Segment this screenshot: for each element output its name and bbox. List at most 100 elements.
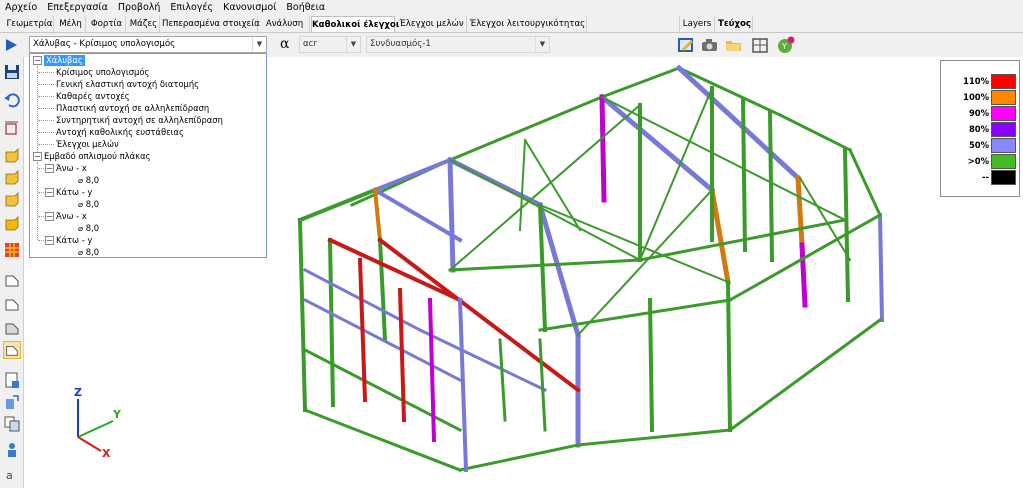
frame-member [327, 237, 336, 408]
frame-member [538, 203, 730, 284]
grid-icon[interactable] [3, 241, 21, 259]
menu-codes[interactable]: Κανονισμοί [218, 0, 281, 15]
document-icon[interactable] [3, 371, 21, 389]
legend-row: 80% [941, 121, 1021, 137]
frame-member [709, 187, 731, 285]
copy-icon[interactable] [3, 415, 21, 433]
collapse-icon[interactable]: − [45, 236, 54, 245]
check-type-select[interactable]: Χάλυβας - Κρίσιμος υπολογισμός ▼ [29, 36, 267, 53]
frame-member [458, 443, 580, 472]
frame-member [523, 138, 582, 232]
legend-label: 80% [968, 124, 989, 134]
frame-member [767, 109, 775, 263]
tree-node-value-4[interactable]: ⌀ 8,0 [78, 247, 99, 258]
tab-masses[interactable]: Μάζες [128, 16, 160, 32]
tree-node-elastic-resistance[interactable]: Γενική ελαστική αντοχή διατομής [56, 79, 199, 90]
tab-finite-elements[interactable]: Πεπερασμένα στοιχεία [162, 16, 260, 32]
plugin-icon[interactable]: Y [776, 36, 795, 54]
shape-2-icon[interactable] [3, 295, 21, 313]
structure-icon[interactable] [751, 36, 770, 54]
tab-geometry[interactable]: Γεωμετρία [6, 16, 54, 32]
view-front-icon[interactable] [3, 147, 21, 165]
shape-3-icon[interactable] [3, 319, 21, 337]
tree-node-global-stability[interactable]: Αντοχή καθολικής ευστάθειας [56, 127, 184, 138]
shape-icon[interactable] [3, 271, 21, 289]
view-3d-icon[interactable] [3, 215, 21, 233]
frame-member [638, 86, 714, 262]
tab-members[interactable]: Μέλη [56, 16, 86, 32]
tree-node-net-resistance[interactable]: Καθαρές αντοχές [56, 91, 130, 102]
axis-triad: Z Y X [74, 386, 122, 460]
tree-node-slab-reinforcement[interactable]: Εμβαδό οπλισμού πλάκας [44, 151, 151, 162]
tree-node-top-x-1[interactable]: Άνω - x [56, 163, 87, 174]
frame-member [417, 327, 548, 393]
move-node-icon[interactable] [3, 119, 21, 137]
collapse-icon[interactable]: − [33, 152, 42, 161]
chevron-down-icon[interactable]: ▼ [346, 37, 360, 52]
tree-node-bottom-y-1[interactable]: Κάτω - y [56, 187, 92, 198]
selected-tool-button[interactable] [3, 341, 21, 359]
menu-view[interactable]: Προβολή [113, 0, 166, 15]
legend-swatch [991, 106, 1016, 121]
edit-report-icon[interactable] [677, 36, 696, 54]
alpha-select[interactable]: αcr ▼ [299, 36, 361, 53]
alpha-select-value: αcr [303, 39, 317, 49]
frame-member [727, 317, 883, 433]
tree-node-value-2[interactable]: ⌀ 8,0 [78, 199, 99, 210]
frame-member [498, 338, 507, 422]
camera-icon[interactable] [700, 36, 719, 54]
text-tool-icon[interactable]: a [3, 465, 21, 483]
collapse-icon[interactable]: − [45, 164, 54, 173]
tree-node-critical-calc[interactable]: Κρίσιμος υπολογισμός [56, 67, 149, 78]
frame-member [842, 147, 851, 303]
chevron-down-icon[interactable]: ▼ [252, 37, 266, 52]
view-top-icon[interactable] [3, 191, 21, 209]
collapse-icon[interactable]: − [45, 188, 54, 197]
check-type-value: Χάλυβας - Κρίσιμος υπολογισμός [33, 39, 176, 49]
tab-layers[interactable]: Layers [679, 16, 715, 32]
combination-select[interactable]: Συνδυασμός-1 ▼ [366, 36, 550, 53]
tree-node-member-checks[interactable]: Έλεγχοι μελών [56, 139, 119, 150]
view-side-icon[interactable] [3, 169, 21, 187]
frame-member [848, 148, 882, 217]
menu-help[interactable]: Βοήθεια [281, 0, 330, 15]
tab-serviceability-checks[interactable]: Έλεγχοι λειτουργικότητας [469, 16, 587, 32]
folder-icon[interactable] [724, 36, 743, 54]
transform-icon[interactable] [3, 393, 21, 411]
legend-swatch [991, 154, 1016, 169]
frame-member [576, 428, 732, 447]
legend-swatch [991, 74, 1016, 89]
play-icon[interactable] [3, 37, 19, 53]
undo-icon[interactable] [3, 91, 21, 109]
legend-row: -- [941, 169, 1021, 185]
collapse-icon[interactable]: − [33, 56, 42, 65]
tab-analysis[interactable]: Ανάλυση [260, 16, 310, 32]
person-icon[interactable] [3, 441, 21, 459]
tab-global-checks[interactable]: Καθολικοί έλεγχοι [311, 16, 399, 32]
frame-member [599, 94, 607, 203]
frame-member [448, 95, 604, 162]
tab-loads[interactable]: Φορτία [88, 16, 126, 32]
tree-node-conservative-interaction[interactable]: Συντηρητική αντοχή σε αλληλεπίδραση [56, 115, 223, 126]
chevron-down-icon[interactable]: ▼ [535, 37, 549, 52]
results-tree-panel[interactable]: − Χάλυβας Κρίσιμος υπολογισμός Γενική ελ… [29, 53, 267, 258]
frame-member [377, 237, 581, 393]
tab-member-checks[interactable]: Έλεγχοι μελών [397, 16, 467, 32]
tree-node-bottom-y-2[interactable]: Κάτω - y [56, 235, 92, 246]
tree-node-value-1[interactable]: ⌀ 8,0 [78, 175, 99, 186]
tree-node-plastic-interaction[interactable]: Πλαστική αντοχή σε αλληλεπίδραση [56, 103, 209, 114]
save-icon[interactable] [3, 63, 21, 81]
menu-edit[interactable]: Επεξεργασία [42, 0, 113, 15]
menu-file[interactable]: Αρχείο [0, 0, 42, 15]
frame-member [372, 187, 463, 243]
legend-label: -- [982, 172, 989, 182]
menu-options[interactable]: Επιλογές [165, 0, 218, 15]
tab-report[interactable]: Τεύχος [717, 16, 753, 32]
frame-member [372, 157, 453, 193]
frame-member [799, 242, 808, 308]
collapse-icon[interactable]: − [45, 212, 54, 221]
frame-member [740, 97, 748, 253]
tree-node-top-x-2[interactable]: Άνω - x [56, 211, 87, 222]
tree-node-value-3[interactable]: ⌀ 8,0 [78, 223, 99, 234]
tree-node-steel[interactable]: Χάλυβας [44, 55, 85, 66]
